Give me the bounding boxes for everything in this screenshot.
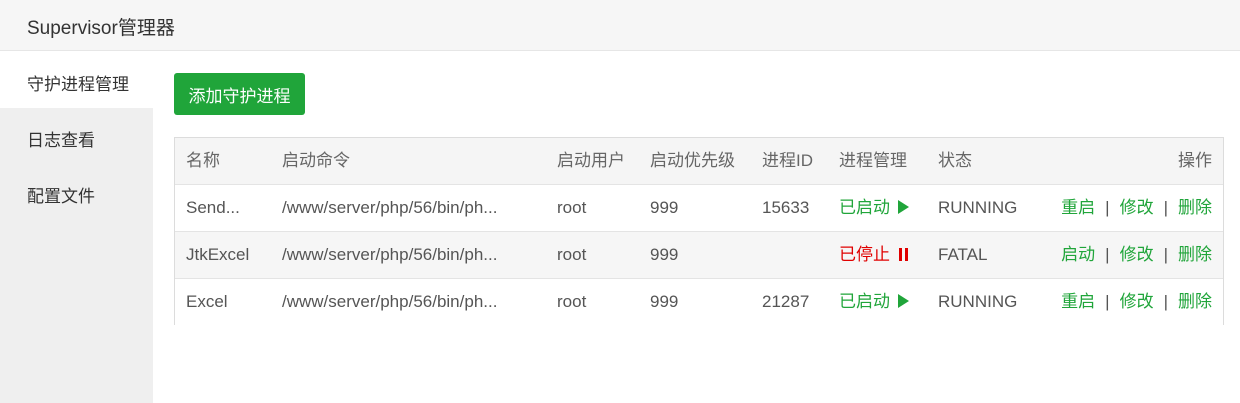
process-status: RUNNING: [938, 292, 1018, 311]
edit-link[interactable]: 修改: [1120, 198, 1154, 217]
table-row: Send... /www/server/php/56/bin/ph... roo…: [175, 185, 1223, 232]
process-command: /www/server/php/56/bin/ph...: [282, 198, 498, 217]
app-title: Supervisor管理器: [27, 18, 175, 39]
manage-label: 已启动: [839, 198, 890, 217]
separator: |: [1105, 292, 1110, 311]
header-status: 状态: [938, 151, 972, 170]
header-actions: 操作: [1178, 151, 1212, 170]
start-link[interactable]: 启动: [1061, 245, 1095, 264]
process-pid: 15633: [762, 198, 810, 217]
sidebar-item-label: 守护进程管理: [27, 75, 129, 94]
separator: |: [1163, 198, 1168, 217]
edit-link[interactable]: 修改: [1120, 292, 1154, 311]
process-user: root: [557, 292, 587, 311]
sidebar: 守护进程管理 日志查看 配置文件: [0, 52, 153, 403]
sidebar-item-label: 配置文件: [27, 187, 95, 206]
process-status: FATAL: [938, 245, 988, 264]
sidebar-item-process-manager[interactable]: 守护进程管理: [0, 52, 153, 108]
process-command: /www/server/php/56/bin/ph...: [282, 292, 498, 311]
sidebar-item-config-file[interactable]: 配置文件: [0, 164, 153, 220]
process-manage-toggle[interactable]: 已启动: [839, 185, 909, 231]
separator: |: [1163, 292, 1168, 311]
row-actions: 启动 | 修改 | 删除: [1061, 232, 1212, 278]
header-priority: 启动优先级: [650, 151, 735, 170]
process-priority: 999: [650, 245, 679, 264]
process-table: 名称 启动命令 启动用户 启动优先级 进程ID 进程管理 状态 操作 Send.…: [174, 137, 1224, 326]
row-actions: 重启 | 修改 | 删除: [1061, 279, 1212, 325]
header-name: 名称: [186, 151, 220, 170]
table-row: JtkExcel /www/server/php/56/bin/ph... ro…: [175, 232, 1223, 279]
process-pid: 21287: [762, 292, 810, 311]
process-user: root: [557, 198, 587, 217]
pause-icon: [898, 248, 909, 261]
sidebar-item-log-viewer[interactable]: 日志查看: [0, 108, 153, 164]
edit-link[interactable]: 修改: [1120, 245, 1154, 264]
delete-link[interactable]: 删除: [1178, 198, 1212, 217]
process-status: RUNNING: [938, 198, 1018, 217]
separator: |: [1163, 245, 1168, 264]
manage-label: 已停止: [839, 245, 890, 264]
separator: |: [1105, 198, 1110, 217]
delete-link[interactable]: 删除: [1178, 292, 1212, 311]
table-header: 名称 启动命令 启动用户 启动优先级 进程ID 进程管理 状态 操作: [175, 138, 1223, 185]
header-manage: 进程管理: [839, 151, 907, 170]
row-actions: 重启 | 修改 | 删除: [1061, 185, 1212, 231]
process-manage-toggle[interactable]: 已启动: [839, 279, 909, 325]
process-manage-toggle[interactable]: 已停止: [839, 232, 909, 278]
process-name: Send...: [186, 198, 240, 217]
play-icon: [898, 294, 909, 308]
process-user: root: [557, 245, 587, 264]
table-row: Excel /www/server/php/56/bin/ph... root …: [175, 279, 1223, 326]
process-priority: 999: [650, 198, 679, 217]
restart-link[interactable]: 重启: [1061, 198, 1095, 217]
sidebar-item-label: 日志查看: [27, 131, 95, 150]
header-user: 启动用户: [557, 151, 625, 170]
process-name: Excel: [186, 292, 228, 311]
process-name: JtkExcel: [186, 245, 250, 264]
header-command: 启动命令: [282, 151, 350, 170]
process-command: /www/server/php/56/bin/ph...: [282, 245, 498, 264]
title-bar: Supervisor管理器: [0, 0, 1240, 51]
header-pid: 进程ID: [762, 151, 813, 170]
restart-link[interactable]: 重启: [1061, 292, 1095, 311]
add-process-button[interactable]: 添加守护进程: [174, 73, 305, 115]
play-icon: [898, 200, 909, 214]
delete-link[interactable]: 删除: [1178, 245, 1212, 264]
process-priority: 999: [650, 292, 679, 311]
manage-label: 已启动: [839, 292, 890, 311]
separator: |: [1105, 245, 1110, 264]
